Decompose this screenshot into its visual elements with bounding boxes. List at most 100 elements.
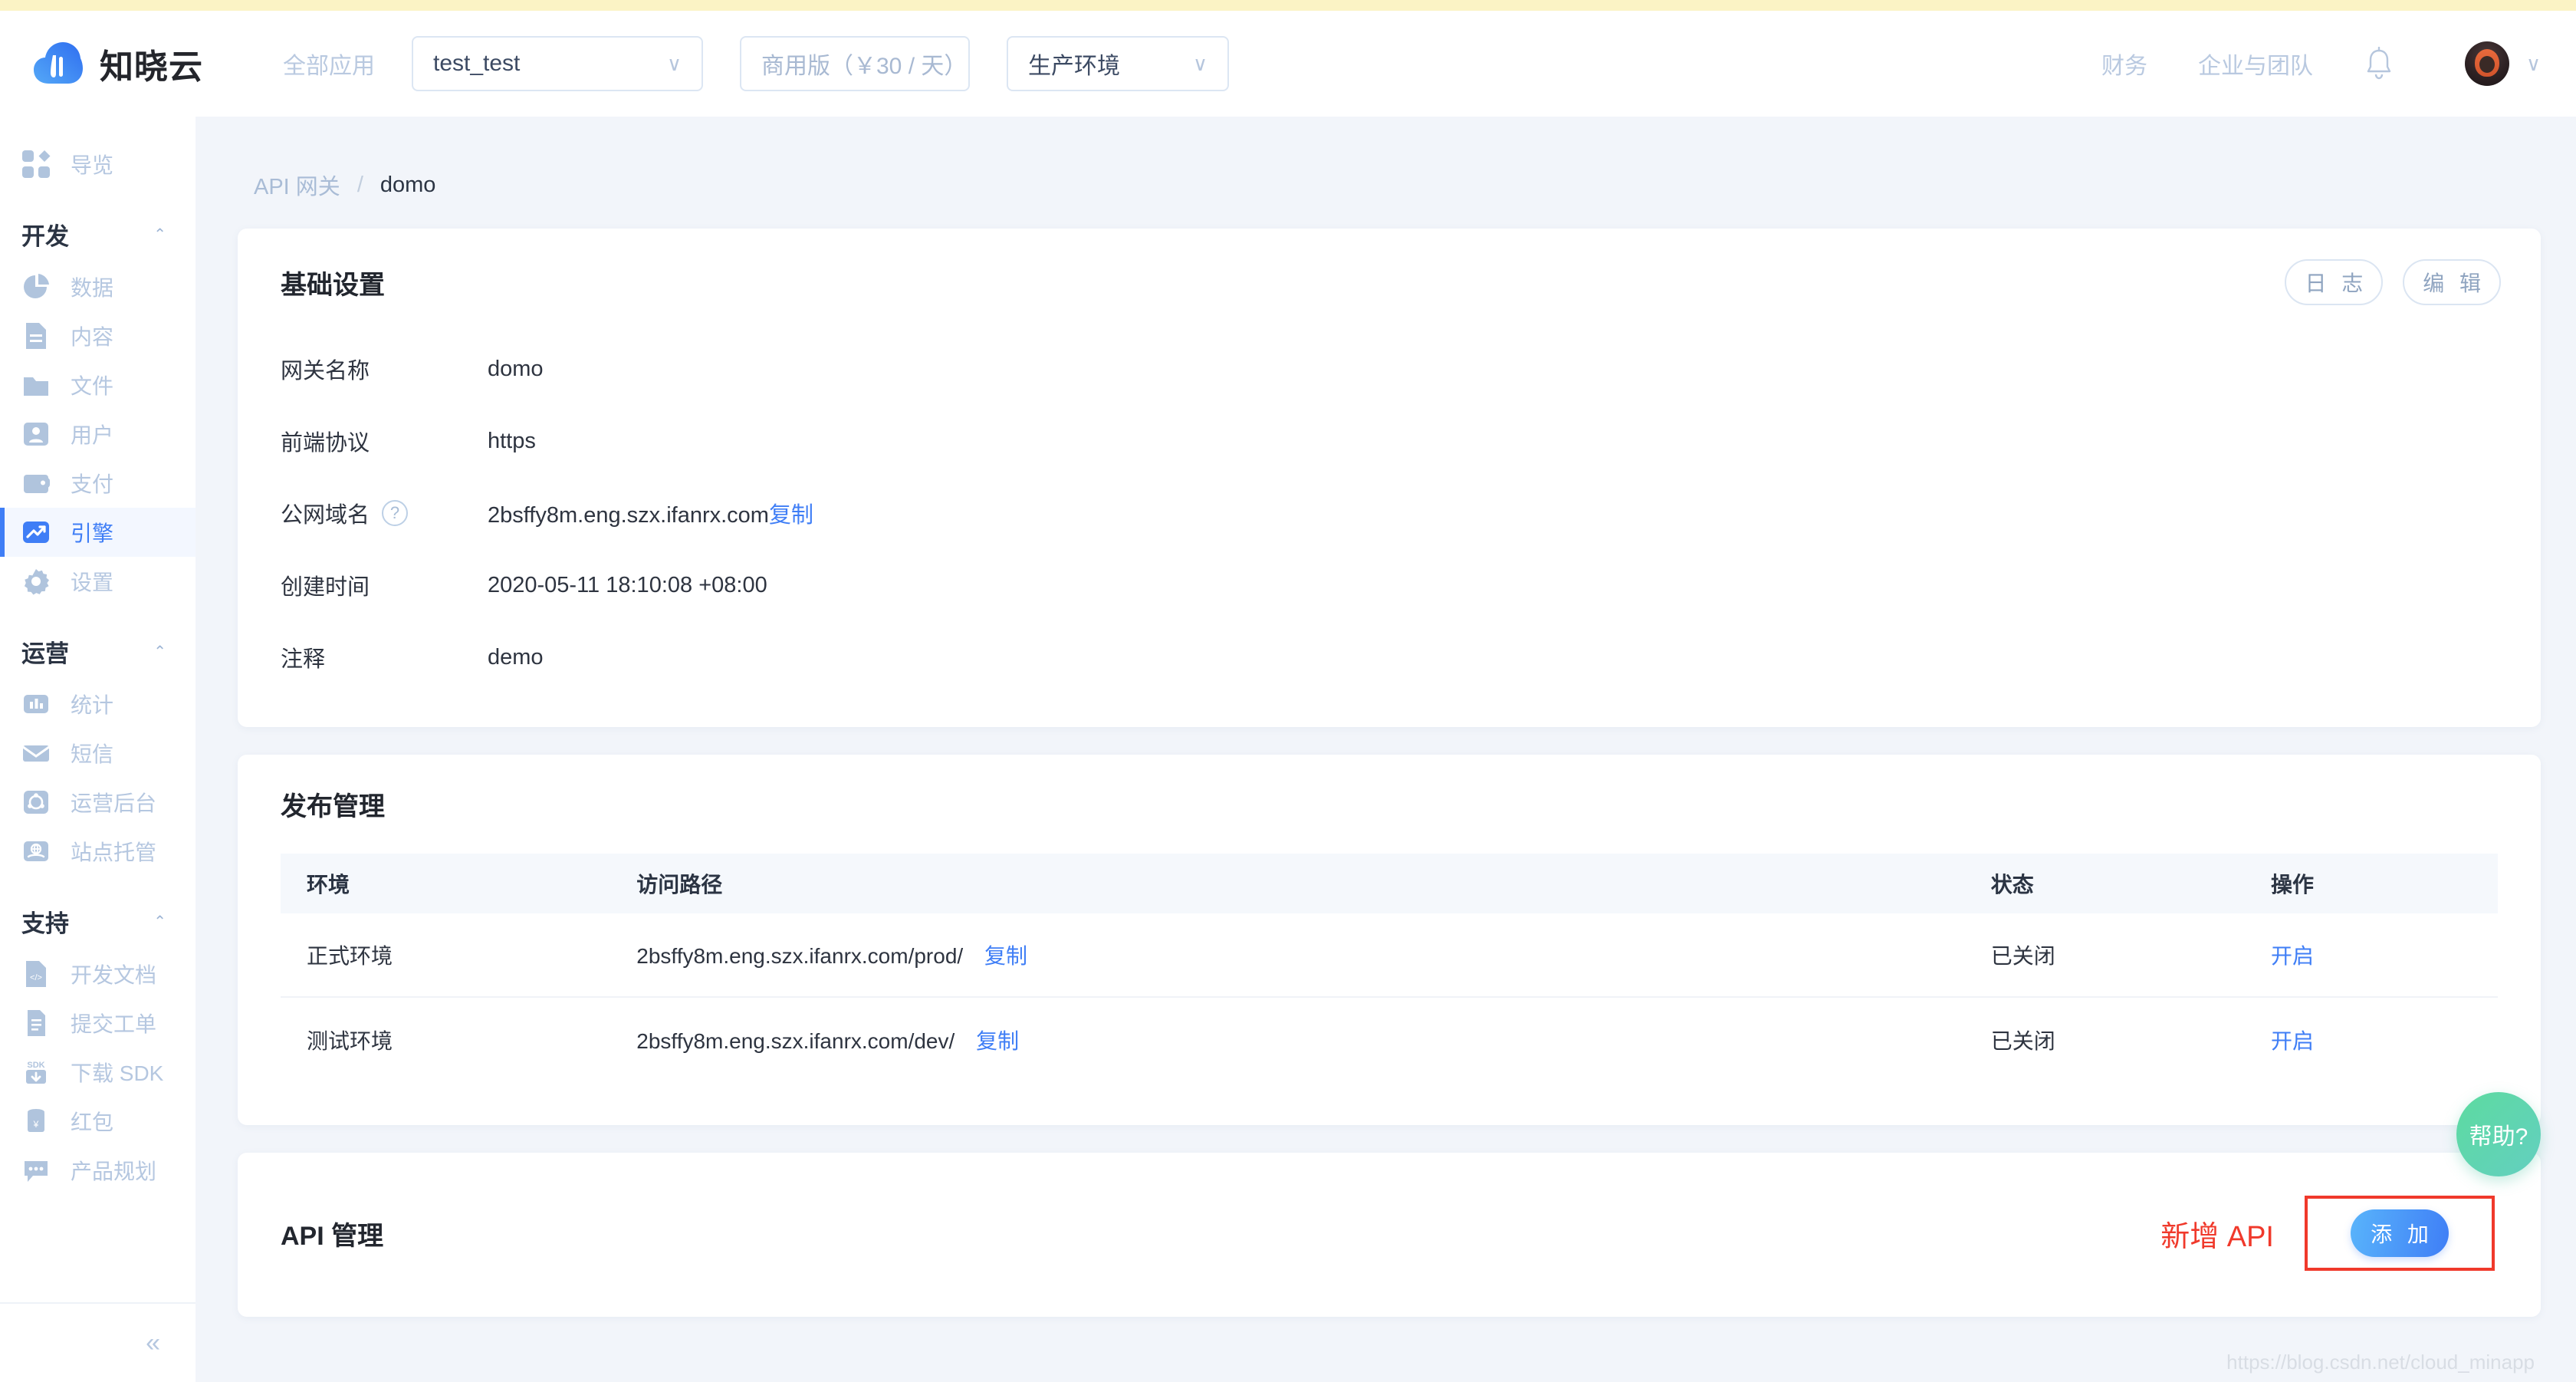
column-header-status: 状态 — [1991, 868, 2271, 899]
api-management-card: API 管理 新增 API 添 加 — [238, 1153, 2541, 1317]
app-header: 知晓云 全部应用 test_test ∨ 商用版（￥30 / 天） 生产环境 ∨… — [0, 11, 2576, 117]
sidebar-item-label: 站点托管 — [71, 836, 156, 867]
field-label: 注释 — [281, 641, 488, 673]
publish-management-title: 发布管理 — [281, 785, 385, 823]
sidebar-item-label: 运营后台 — [71, 787, 156, 818]
sidebar-item-content[interactable]: 内容 — [0, 311, 196, 360]
sidebar-item-download-sdk[interactable]: SDK 下载 SDK — [0, 1048, 196, 1097]
path-value: 2bsffy8m.eng.szx.ifanrx.com/prod/ — [636, 944, 963, 968]
sidebar-footer: « — [0, 1302, 196, 1382]
help-bubble-button[interactable]: 帮助? — [2456, 1092, 2541, 1176]
sidebar-group-development[interactable]: 开发 ⌃ — [0, 206, 196, 262]
sidebar-item-label: 用户 — [71, 419, 113, 449]
publish-management-card: 发布管理 环境 访问路径 状态 操作 正式环境 2bsffy8m.eng.szx… — [238, 755, 2541, 1125]
copy-path-link[interactable]: 复制 — [976, 1029, 1019, 1053]
sdk-download-icon: SDK — [21, 1058, 51, 1087]
enable-link[interactable]: 开启 — [2271, 1029, 2314, 1053]
code-document-icon: </> — [21, 959, 51, 989]
red-packet-icon: ¥ — [21, 1107, 51, 1136]
header-link-finance[interactable]: 财务 — [2101, 47, 2147, 81]
sidebar-item-label: 导览 — [71, 149, 113, 179]
field-row: 公网域名 ? 2bsffy8m.eng.szx.ifanrx.com复制 — [281, 477, 2541, 549]
sidebar-item-operations-console[interactable]: 运营后台 — [0, 778, 196, 827]
field-row: 注释 demo — [281, 621, 2541, 693]
copy-path-link[interactable]: 复制 — [984, 944, 1027, 968]
sidebar-item-roadmap[interactable]: 产品规划 — [0, 1146, 196, 1195]
sidebar-item-payment[interactable]: 支付 — [0, 459, 196, 508]
sidebar-item-files[interactable]: 文件 — [0, 360, 196, 410]
sidebar-item-label: 引擎 — [71, 517, 113, 548]
sidebar-item-site-hosting[interactable]: 站点托管 — [0, 827, 196, 876]
sidebar-item-data[interactable]: 数据 — [0, 262, 196, 311]
public-domain-value: 2bsffy8m.eng.szx.ifanrx.com — [488, 503, 769, 528]
field-label-text: 公网域名 — [281, 497, 370, 529]
trending-up-icon — [21, 518, 51, 547]
sidebar-group-support[interactable]: 支持 ⌃ — [0, 893, 196, 949]
envelope-icon — [21, 739, 51, 768]
cell-environment: 测试环境 — [281, 1025, 636, 1055]
field-value: https — [488, 429, 536, 454]
basic-settings-title: 基础设置 — [281, 264, 385, 301]
field-row: 网关名称 domo — [281, 333, 2541, 405]
all-apps-link[interactable]: 全部应用 — [283, 47, 375, 81]
user-avatar[interactable] — [2465, 41, 2509, 86]
sidebar-item-statistics[interactable]: 统计 — [0, 679, 196, 729]
chevron-down-icon: ∨ — [636, 54, 682, 74]
annotation-new-api: 新增 API — [2160, 1213, 2274, 1255]
cell-path: 2bsffy8m.eng.szx.ifanrx.com/dev/ 复制 — [636, 1025, 1991, 1055]
basic-settings-card: 基础设置 日 志 编 辑 网关名称 domo 前端协议 https 公网 — [238, 229, 2541, 727]
chevron-down-icon[interactable]: ∨ — [2526, 52, 2541, 76]
plan-select-value: 商用版（￥30 / 天） — [761, 47, 967, 81]
app-select[interactable]: test_test ∨ — [412, 36, 703, 91]
field-label: 网关名称 — [281, 353, 488, 385]
column-header-environment: 环境 — [281, 868, 636, 899]
bar-chart-icon — [21, 689, 51, 719]
brand-logo[interactable]: 知晓云 — [34, 39, 203, 88]
environment-select-value: 生产环境 — [1028, 47, 1120, 81]
edit-button[interactable]: 编 辑 — [2403, 259, 2501, 305]
field-row: 前端协议 https — [281, 405, 2541, 477]
log-button[interactable]: 日 志 — [2285, 259, 2383, 305]
basic-settings-fields: 网关名称 domo 前端协议 https 公网域名 ? 2bsffy8m.eng… — [238, 305, 2541, 727]
sidebar-item-label: 下载 SDK — [71, 1057, 163, 1088]
publish-management-header: 发布管理 — [238, 755, 2541, 823]
collapse-sidebar-icon[interactable]: « — [146, 1328, 160, 1358]
sidebar-item-label: 统计 — [71, 689, 113, 719]
brand-name: 知晓云 — [100, 39, 203, 88]
notification-bell-icon[interactable] — [2364, 47, 2394, 81]
table-header-row: 环境 访问路径 状态 操作 — [281, 854, 2498, 913]
sidebar-item-label: 红包 — [71, 1106, 113, 1137]
sidebar-item-users[interactable]: 用户 — [0, 410, 196, 459]
copy-domain-link[interactable]: 复制 — [769, 503, 813, 528]
user-icon — [21, 420, 51, 449]
chevron-up-icon: ⌃ — [153, 225, 166, 244]
add-button[interactable]: 添 加 — [2351, 1209, 2449, 1257]
header-link-enterprise-team[interactable]: 企业与团队 — [2198, 47, 2313, 81]
plan-select[interactable]: 商用版（￥30 / 天） — [740, 36, 970, 91]
path-value: 2bsffy8m.eng.szx.ifanrx.com/dev/ — [636, 1029, 955, 1053]
sidebar-item-overview[interactable]: 导览 — [0, 140, 196, 189]
help-question-icon[interactable]: ? — [382, 500, 408, 526]
field-value: demo — [488, 645, 544, 670]
sidebar-item-engine[interactable]: 引擎 — [0, 508, 196, 557]
table-row: 正式环境 2bsffy8m.eng.szx.ifanrx.com/prod/ 复… — [281, 913, 2498, 998]
app-select-value: test_test — [433, 51, 520, 77]
cell-status: 已关闭 — [1991, 1025, 2271, 1055]
breadcrumb-current: domo — [380, 173, 436, 198]
table-bottom-spacer — [281, 1082, 2498, 1125]
sidebar-item-submit-ticket[interactable]: 提交工单 — [0, 999, 196, 1048]
breadcrumb-parent[interactable]: API 网关 — [254, 169, 340, 201]
operations-icon — [21, 788, 51, 817]
sidebar-item-dev-docs[interactable]: </> 开发文档 — [0, 949, 196, 999]
sidebar-group-title: 开发 — [21, 217, 69, 252]
sidebar-item-sms[interactable]: 短信 — [0, 729, 196, 778]
field-label: 前端协议 — [281, 425, 488, 457]
enable-link[interactable]: 开启 — [2271, 944, 2314, 968]
sidebar-item-settings[interactable]: 设置 — [0, 557, 196, 606]
watermark-text: https://blog.csdn.net/cloud_minapp — [2226, 1351, 2535, 1374]
sidebar-nav: 导览 开发 ⌃ 数据 内容 — [0, 117, 196, 1382]
sidebar-item-red-packet[interactable]: ¥ 红包 — [0, 1097, 196, 1146]
field-value: 2bsffy8m.eng.szx.ifanrx.com复制 — [488, 497, 813, 529]
environment-select[interactable]: 生产环境 ∨ — [1007, 36, 1229, 91]
sidebar-group-operations[interactable]: 运营 ⌃ — [0, 623, 196, 679]
